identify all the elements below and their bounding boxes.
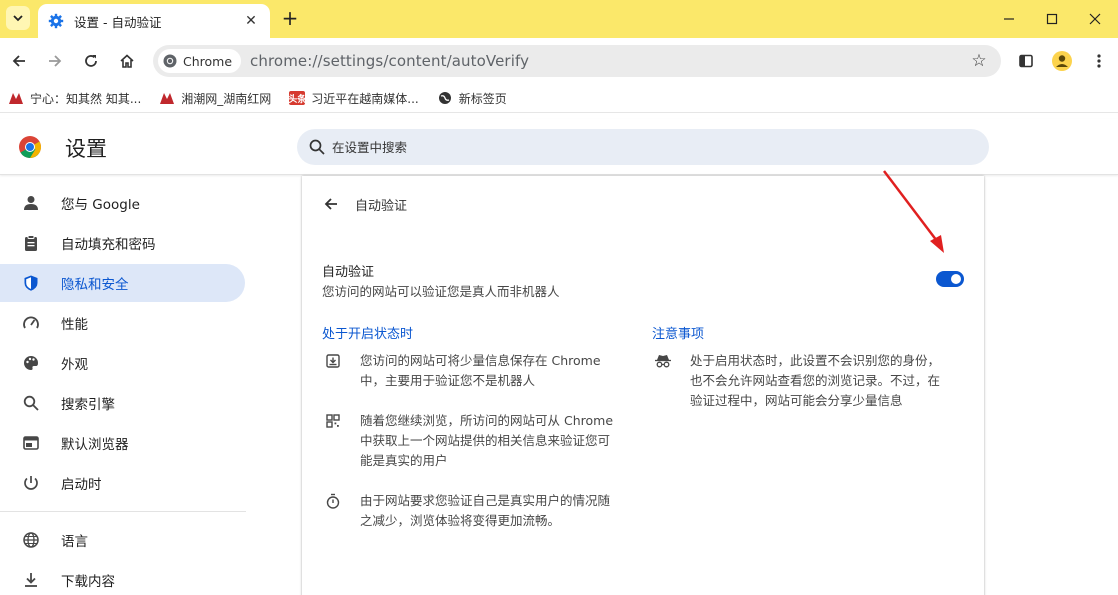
sidebar-item-you-and-google[interactable]: 您与 Google: [0, 184, 245, 222]
bookmark-label: 宁心：知其然 知其...: [30, 91, 142, 106]
bookmark-item[interactable]: 新标签页: [437, 90, 507, 107]
sidebar-item-on-startup[interactable]: 启动时: [0, 464, 245, 502]
subpage-title: 自动验证: [355, 199, 408, 214]
search-input[interactable]: [332, 139, 932, 155]
site-chip-label: Chrome: [183, 53, 233, 69]
list-item-text: 处于启用状态时，此设置不会识别您的身份，也不会允许网站查看您的浏览记录。不过，在…: [690, 353, 941, 408]
sidebar-item-label: 隐私和安全: [61, 277, 129, 293]
speedometer-icon: [20, 312, 42, 334]
clipboard-icon: [20, 232, 42, 254]
home-icon[interactable]: [113, 47, 141, 75]
globe-icon: [20, 529, 42, 551]
sidebar-item-label: 启动时: [61, 477, 102, 493]
sidebar-divider: [0, 511, 246, 512]
tab-title: 设置 - 自动验证: [74, 14, 162, 30]
list-item: 处于启用状态时，此设置不会识别您的身份，也不会允许网站查看您的浏览记录。不过，在…: [654, 351, 952, 411]
sidebar-item-search-engine[interactable]: 搜索引擎: [0, 384, 245, 422]
star-icon[interactable]: ☆: [965, 47, 993, 75]
bookmarks-bar: 宁心：知其然 知其... 湘潮网_湖南红网 头条 习近平在越南媒体... 新标签…: [0, 84, 1118, 113]
bookmark-item[interactable]: 宁心：知其然 知其...: [8, 90, 141, 107]
sidebar-item-privacy[interactable]: 隐私和安全: [0, 264, 245, 302]
sidebar-item-performance[interactable]: 性能: [0, 304, 245, 342]
search-icon: [20, 392, 42, 414]
search-icon: [309, 139, 325, 155]
sidebar-item-label: 下载内容: [61, 574, 115, 590]
window-close-icon[interactable]: [1070, 0, 1118, 38]
chrome-icon: [163, 54, 177, 68]
bookmark-label: 习近平在越南媒体...: [311, 91, 419, 106]
sidebar-item-languages[interactable]: 语言: [0, 521, 245, 559]
shield-icon: [20, 272, 42, 294]
sidebar-item-appearance[interactable]: 外观: [0, 344, 245, 382]
chrome-logo-icon: [19, 136, 41, 158]
toolbar: Chrome chrome://settings/content/autoVer…: [0, 38, 1118, 84]
back-arrow-icon[interactable]: [320, 194, 342, 214]
browser-icon: [20, 432, 42, 454]
list-item-text: 由于网站要求您验证自己是真实用户的情况随之减少，浏览体验将变得更加流畅。: [360, 493, 611, 528]
sidebar-item-label: 外观: [61, 357, 88, 373]
palette-icon: [20, 352, 42, 374]
bookmark-label: 湘潮网_湖南红网: [181, 91, 272, 106]
bookmark-item[interactable]: 湘潮网_湖南红网: [159, 90, 271, 107]
forward-icon[interactable]: [41, 47, 69, 75]
sidebar-item-autofill[interactable]: 自动填充和密码: [0, 224, 245, 262]
bookmark-item[interactable]: 头条 习近平在越南媒体...: [288, 90, 419, 107]
save-icon: [324, 352, 342, 370]
tab-search-button[interactable]: [6, 6, 30, 30]
toggle-knob: [951, 274, 961, 284]
close-icon[interactable]: ✕: [242, 13, 260, 29]
gear-icon: [48, 13, 64, 29]
sidebar-item-label: 自动填充和密码: [61, 237, 156, 253]
settings-search[interactable]: [297, 129, 989, 165]
setting-description: 您访问的网站可以验证您是真人而非机器人: [322, 284, 560, 299]
sidebar-item-label: 搜索引擎: [61, 397, 115, 413]
timer-icon: [324, 492, 342, 510]
sidebar-item-label: 默认浏览器: [61, 437, 129, 453]
settings-header: 设置: [0, 119, 1118, 175]
sidebar-item-label: 性能: [61, 317, 88, 333]
tab-strip: 设置 - 自动验证 ✕ +: [0, 0, 1118, 38]
list-item-text: 您访问的网站可将少量信息保存在 Chrome 中，主要用于验证您不是机器人: [360, 353, 601, 388]
side-panel-icon[interactable]: [1012, 47, 1040, 75]
annotation-arrow-icon: [883, 170, 944, 253]
profile-avatar-icon[interactable]: [1048, 47, 1076, 75]
list-item: 您访问的网站可将少量信息保存在 Chrome 中，主要用于验证您不是机器人: [324, 351, 622, 391]
menu-icon[interactable]: [1085, 47, 1113, 75]
url-text[interactable]: chrome://settings/content/autoVerify: [250, 52, 965, 70]
address-bar[interactable]: Chrome chrome://settings/content/autoVer…: [153, 45, 1001, 77]
list-item: 由于网站要求您验证自己是真实用户的情况随之减少，浏览体验将变得更加流畅。: [324, 491, 622, 531]
auto-verify-toggle[interactable]: [936, 271, 964, 287]
power-icon: [20, 472, 42, 494]
list-item-text: 随着您继续浏览，所访问的网站可从 Chrome 中获取上一个网站提供的相关信息来…: [360, 413, 614, 468]
back-icon[interactable]: [5, 47, 33, 75]
sidebar-item-default-browser[interactable]: 默认浏览器: [0, 424, 245, 462]
setting-label: 自动验证: [322, 265, 375, 280]
globe-icon: [437, 91, 453, 105]
new-tab-button[interactable]: +: [279, 7, 301, 29]
chevron-down-icon: [13, 15, 23, 22]
incognito-icon: [654, 352, 672, 370]
when-on-heading: 处于开启状态时: [322, 327, 414, 342]
sidebar-item-downloads[interactable]: 下载内容: [0, 561, 245, 595]
page-title: 设置: [65, 137, 107, 161]
download-icon: [20, 569, 42, 591]
bookmark-label: 新标签页: [458, 91, 507, 106]
person-icon: [20, 192, 42, 214]
sidebar: 您与 Google 自动填充和密码 隐私和安全 性能 外观 搜索引擎 默认浏览器…: [0, 180, 250, 595]
grid-icon: [324, 412, 342, 430]
site-chip[interactable]: Chrome: [158, 49, 242, 73]
bookmark-favicon-icon: [8, 91, 24, 105]
list-item: 随着您继续浏览，所访问的网站可从 Chrome 中获取上一个网站提供的相关信息来…: [324, 411, 622, 471]
sidebar-item-label: 您与 Google: [61, 197, 140, 213]
bookmark-favicon-icon: [159, 91, 175, 105]
tab-settings[interactable]: 设置 - 自动验证 ✕: [38, 4, 270, 38]
considerations-heading: 注意事项: [652, 327, 705, 342]
news-favicon-icon: 头条: [288, 91, 306, 105]
reload-icon[interactable]: [77, 47, 105, 75]
sidebar-item-label: 语言: [61, 534, 88, 550]
